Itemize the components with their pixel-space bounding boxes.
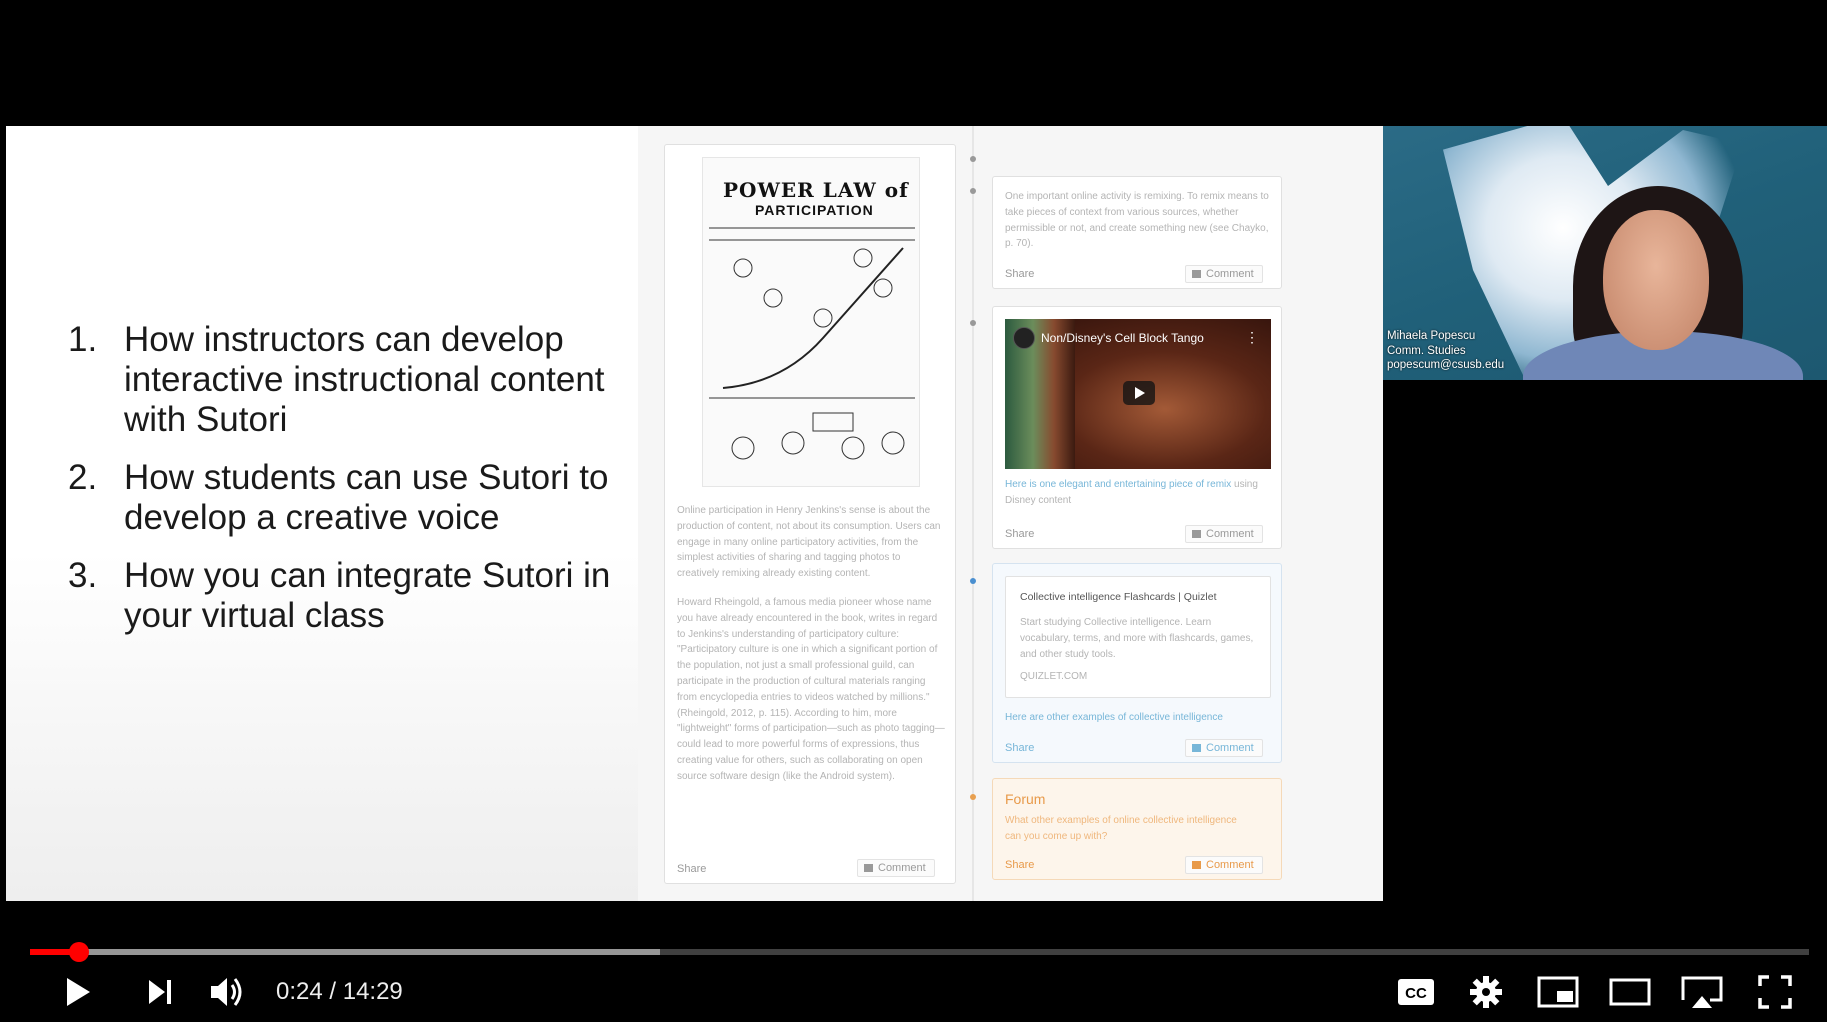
embedded-play-icon[interactable] <box>1123 381 1155 405</box>
fullscreen-icon <box>1758 975 1792 1009</box>
timeline-card-video: Non/Disney's Cell Block Tango ⋮ Here is … <box>992 306 1282 549</box>
comic-drawing <box>709 227 915 460</box>
forum-title: Forum <box>1005 791 1046 807</box>
settings-button[interactable] <box>1463 972 1509 1012</box>
progress-scrubber-handle[interactable] <box>69 942 90 962</box>
remix-text: One important online activity is remixin… <box>1005 191 1269 250</box>
comment-button[interactable]: Comment <box>1185 265 1263 283</box>
timeline-dot <box>970 156 976 162</box>
share-link[interactable]: Share <box>1005 859 1034 871</box>
comment-label: Comment <box>1206 859 1254 871</box>
volume-icon <box>211 978 242 1006</box>
comment-button[interactable]: Comment <box>857 859 935 877</box>
link-preview[interactable]: Collective intelligence Flashcards | Qui… <box>1005 576 1271 698</box>
miniplayer-button[interactable] <box>1535 972 1581 1012</box>
comment-icon <box>1192 530 1201 538</box>
agenda-number: 2. <box>68 458 98 497</box>
volume-button[interactable] <box>204 972 252 1012</box>
timeline-dot <box>970 188 976 194</box>
remix-link[interactable]: Here is one elegant and entertaining pie… <box>1005 479 1231 490</box>
captions-button[interactable]: CC <box>1393 972 1439 1012</box>
video-caption: Here is one elegant and entertaining pie… <box>1005 477 1271 509</box>
agenda-text: How instructors can develop interactive … <box>124 320 605 439</box>
embedded-video[interactable]: Non/Disney's Cell Block Tango ⋮ <box>1005 319 1271 469</box>
captions-icon: CC <box>1398 979 1434 1005</box>
fullscreen-button[interactable] <box>1752 972 1798 1012</box>
play-icon <box>67 978 90 1006</box>
comment-button[interactable]: Comment <box>1185 525 1263 543</box>
comment-label: Comment <box>1206 268 1254 280</box>
timeline-dot <box>970 578 976 584</box>
agenda-item: 3. How you can integrate Sutori in your … <box>68 556 628 636</box>
timeline-rail <box>972 126 974 901</box>
slide: 1. How instructors can develop interacti… <box>6 126 1383 901</box>
embedded-video-title: Non/Disney's Cell Block Tango <box>1041 331 1204 345</box>
miniplayer-icon <box>1537 976 1579 1008</box>
power-law-text: Online participation in Henry Jenkins's … <box>677 503 945 798</box>
agenda-number: 3. <box>68 556 98 595</box>
agenda-text: How students can use Sutori to develop a… <box>124 458 609 537</box>
presenter-name: Mihaela Popescu <box>1387 330 1476 342</box>
presenter-department: Comm. Studies <box>1387 344 1466 357</box>
power-law-comic-image: POWER LAW of PARTICIPATION <box>702 157 920 487</box>
timeline-card-remix: One important online activity is remixin… <box>992 176 1282 289</box>
comment-icon <box>1192 861 1201 869</box>
timeline-card-forum: Forum What other examples of online coll… <box>992 778 1282 880</box>
more-options-icon[interactable]: ⋮ <box>1245 329 1259 346</box>
presenter-email: popescum@csusb.edu <box>1387 359 1505 371</box>
comment-icon <box>864 864 873 872</box>
share-link[interactable]: Share <box>677 863 706 875</box>
timeline-card-quizlet: Collective intelligence Flashcards | Qui… <box>992 563 1282 763</box>
svg-text:CC: CC <box>1405 985 1427 1002</box>
theater-icon <box>1609 978 1651 1006</box>
share-link[interactable]: Share <box>1005 268 1034 280</box>
presenter-face <box>1603 210 1709 350</box>
forum-question: What other examples of online collective… <box>1005 815 1237 842</box>
next-button[interactable] <box>138 972 182 1012</box>
cast-button[interactable] <box>1678 972 1726 1012</box>
paragraph: Howard Rheingold, a famous media pioneer… <box>677 596 945 782</box>
agenda-item: 2. How students can use Sutori to develo… <box>68 458 628 538</box>
channel-avatar <box>1013 327 1035 349</box>
theater-mode-button[interactable] <box>1606 972 1654 1012</box>
cast-icon <box>1681 976 1723 1008</box>
presenter-webcam: Mihaela Popescu Comm. Studies popescum@c… <box>1383 126 1827 380</box>
paragraph: Online participation in Henry Jenkins's … <box>677 505 941 580</box>
preview-title: Collective intelligence Flashcards | Qui… <box>1020 591 1217 603</box>
share-link[interactable]: Share <box>1005 742 1034 754</box>
comment-button[interactable]: Comment <box>1185 856 1263 874</box>
timeline-card-power-law: POWER LAW of PARTICIPATION Online partic… <box>664 144 956 884</box>
comment-icon <box>1192 744 1201 752</box>
preview-description: Start studying Collective intelligence. … <box>1020 617 1254 660</box>
comment-label: Comment <box>1206 742 1254 754</box>
comment-button[interactable]: Comment <box>1185 739 1263 757</box>
comment-icon <box>1192 270 1201 278</box>
next-icon <box>149 980 171 1004</box>
collective-intelligence-link[interactable]: Here are other examples of collective in… <box>1005 710 1271 726</box>
agenda-list: 1. How instructors can develop interacti… <box>68 320 628 654</box>
comment-label: Comment <box>878 862 926 874</box>
timeline-dot <box>970 320 976 326</box>
presenter-caption: Mihaela Popescu Comm. Studies popescum@c… <box>1387 329 1504 373</box>
sutori-timeline-screenshot: POWER LAW of PARTICIPATION Online partic… <box>638 126 1383 901</box>
comment-label: Comment <box>1206 528 1254 540</box>
progress-bar[interactable] <box>30 942 1809 962</box>
play-button[interactable] <box>55 972 99 1012</box>
video-player[interactable]: 1. How instructors can develop interacti… <box>0 0 1827 1022</box>
agenda-text: How you can integrate Sutori in your vir… <box>124 556 611 635</box>
agenda-number: 1. <box>68 320 98 359</box>
share-link[interactable]: Share <box>1005 528 1034 540</box>
settings-icon <box>1470 976 1502 1008</box>
agenda-item: 1. How instructors can develop interacti… <box>68 320 628 440</box>
progress-buffered <box>30 949 660 955</box>
preview-domain: QUIZLET.COM <box>1020 671 1088 682</box>
time-display: 0:24 / 14:29 <box>276 978 403 1005</box>
timeline-dot <box>970 794 976 800</box>
